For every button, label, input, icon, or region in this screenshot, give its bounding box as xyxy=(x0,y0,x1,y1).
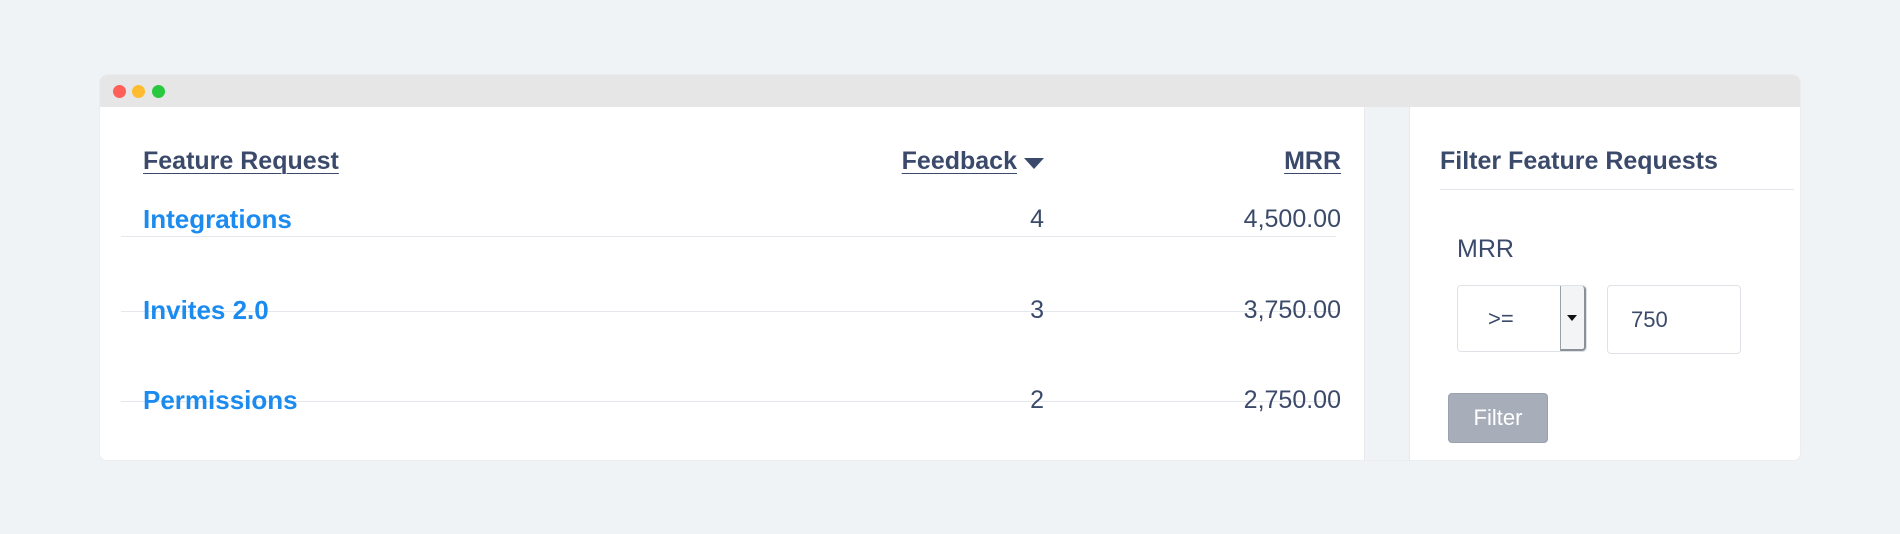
mrr-filter-label: MRR xyxy=(1457,235,1514,263)
header-feedback-label[interactable]: Feedback xyxy=(902,147,1017,176)
caret-down-icon xyxy=(1567,315,1577,321)
feedback-count: 4 xyxy=(1030,205,1044,233)
mrr-value: 3,750.00 xyxy=(1243,296,1341,324)
header-feedback[interactable]: Feedback xyxy=(902,147,1044,176)
panel-gutter xyxy=(1365,107,1410,460)
row-divider xyxy=(121,236,1336,237)
row-divider xyxy=(121,311,1336,312)
feature-link-invites[interactable]: Invites 2.0 xyxy=(143,295,269,326)
filter-button[interactable]: Filter xyxy=(1448,393,1548,443)
window-titlebar xyxy=(100,75,1800,107)
filter-divider xyxy=(1440,189,1794,190)
feature-link-integrations[interactable]: Integrations xyxy=(143,204,292,235)
feedback-count: 2 xyxy=(1030,386,1044,414)
operator-select[interactable]: >= xyxy=(1457,285,1587,352)
caret-down-icon[interactable] xyxy=(1024,157,1044,169)
mrr-value-input[interactable] xyxy=(1607,285,1741,354)
maximize-window-button[interactable] xyxy=(152,85,165,98)
filter-panel-title: Filter Feature Requests xyxy=(1440,147,1718,175)
minimize-window-button[interactable] xyxy=(132,85,145,98)
mrr-value: 2,750.00 xyxy=(1243,386,1341,414)
operator-select-value[interactable]: >= xyxy=(1488,306,1514,332)
feature-request-table: Feature Request Feedback MRR Integration… xyxy=(100,107,1365,460)
header-mrr[interactable]: MRR xyxy=(1284,147,1341,176)
close-window-button[interactable] xyxy=(113,85,126,98)
row-divider xyxy=(121,401,1336,402)
operator-dropdown-button[interactable] xyxy=(1560,286,1586,351)
feature-link-permissions[interactable]: Permissions xyxy=(143,385,298,416)
header-feature-request[interactable]: Feature Request xyxy=(143,147,339,176)
filter-panel: Filter Feature Requests MRR >= Filter xyxy=(1410,107,1800,460)
app-window: Feature Request Feedback MRR Integration… xyxy=(100,75,1800,460)
mrr-value: 4,500.00 xyxy=(1243,205,1341,233)
feedback-count: 3 xyxy=(1030,296,1044,324)
